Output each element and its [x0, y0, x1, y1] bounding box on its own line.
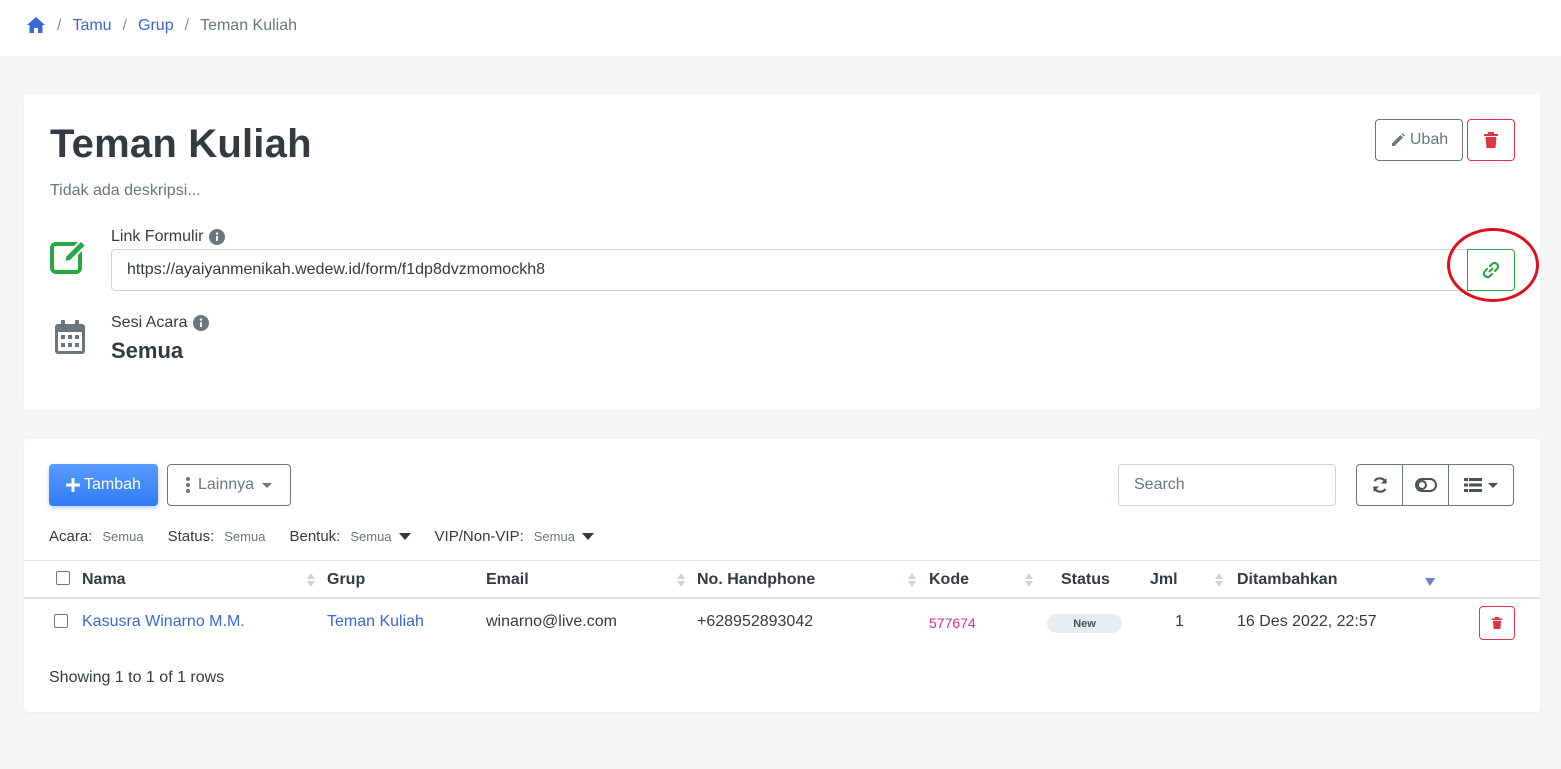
trash-icon [1484, 132, 1498, 148]
search-input[interactable] [1118, 464, 1336, 506]
columns-dropdown-button[interactable] [1448, 464, 1514, 506]
add-button[interactable]: Tambah [49, 464, 158, 506]
link-form-input[interactable] [111, 249, 1468, 291]
breadcrumb-separator: / [184, 17, 190, 34]
row-ditambahkan: 16 Des 2022, 22:57 [1237, 613, 1377, 630]
column-header-nama[interactable]: Nama [82, 571, 126, 589]
more-dropdown-button[interactable]: Lainnya [167, 464, 291, 506]
sort-icon[interactable] [307, 572, 315, 588]
edit-button-label: Ubah [1409, 131, 1449, 148]
chevron-down-icon [262, 482, 273, 488]
breadcrumb-separator: / [57, 17, 62, 34]
annotation-circle [1447, 228, 1539, 302]
caret-down-icon [581, 533, 594, 540]
row-grup: Teman Kuliah [327, 613, 424, 631]
column-header-kode[interactable]: Kode [929, 571, 969, 589]
session-label: Sesi Acara [111, 314, 210, 332]
column-header-phone[interactable]: No. Handphone [697, 571, 815, 589]
session-value: Semua [111, 338, 184, 363]
more-button-label: Lainnya [197, 476, 255, 493]
row-nama: Kasusra Winarno M.M. [82, 613, 245, 631]
breadcrumb-separator: / [122, 17, 128, 34]
sort-icon[interactable] [908, 572, 916, 588]
breadcrumb-current: Teman Kuliah [200, 17, 298, 34]
trash-icon [1491, 617, 1503, 629]
page-title: Teman Kuliah [50, 122, 312, 166]
delete-group-button[interactable] [1467, 119, 1515, 161]
row-jml: 1 [1175, 613, 1184, 630]
filter-label: Bentuk: [289, 528, 341, 545]
filter-bar: Acara: Semua Status: Semua Bentuk: Semua… [49, 528, 618, 545]
vertical-dots-icon [185, 477, 190, 493]
refresh-button[interactable] [1356, 464, 1403, 506]
table-tools [1356, 464, 1514, 506]
column-header-status[interactable]: Status [1061, 571, 1110, 589]
guest-name-link[interactable]: Kasusra Winarno M.M. [82, 613, 245, 630]
row-checkbox[interactable] [54, 614, 68, 628]
filter-bentuk[interactable]: Bentuk: Semua [289, 528, 411, 545]
table-row: Kasusra Winarno M.M. Teman Kuliah winarn… [24, 599, 1540, 648]
edit-square-icon [50, 238, 90, 274]
row-email: winarno@live.com [486, 613, 617, 630]
group-description: Tidak ada deskripsi... [50, 182, 201, 199]
info-icon[interactable] [209, 229, 226, 245]
breadcrumb-tamu[interactable]: Tamu [72, 17, 111, 35]
calendar-icon [54, 319, 86, 355]
row-kode: 577674 [929, 615, 976, 631]
filter-vip[interactable]: VIP/Non-VIP: Semua [435, 528, 594, 545]
filter-value: Semua [102, 529, 144, 544]
info-icon[interactable] [193, 315, 210, 331]
filter-acara[interactable]: Acara: Semua [49, 528, 144, 545]
table-header: Nama Grup Email No. Handphone Kode Statu… [24, 560, 1540, 599]
list-icon [1464, 478, 1482, 492]
row-phone: +628952893042 [697, 613, 814, 630]
column-header-ditambahkan[interactable]: Ditambahkan [1237, 571, 1337, 589]
guest-table: Nama Grup Email No. Handphone Kode Statu… [24, 560, 1540, 648]
sort-icon[interactable] [1025, 572, 1033, 588]
link-form-label: Link Formulir [111, 228, 226, 246]
filter-label: Status: [167, 528, 215, 545]
sort-desc-icon[interactable] [1425, 578, 1435, 587]
home-icon[interactable] [26, 16, 46, 36]
sort-icon[interactable] [677, 572, 685, 588]
add-button-label: Tambah [84, 476, 141, 493]
pagination-info: Showing 1 to 1 of 1 rows [49, 669, 225, 686]
filter-label: Acara: [49, 528, 93, 545]
link-form-label-text: Link Formulir [111, 228, 204, 245]
guest-table-card: Tambah Lainnya Acara: Semua [24, 439, 1540, 712]
pencil-icon [1391, 133, 1405, 146]
select-all-checkbox[interactable] [56, 571, 70, 585]
breadcrumb: / Tamu / Grup / Teman Kuliah [26, 16, 297, 36]
delete-row-button[interactable] [1479, 606, 1515, 640]
filter-value: Semua [533, 529, 575, 544]
sort-icon[interactable] [1215, 572, 1223, 588]
filter-value: Semua [350, 529, 392, 544]
top-bar: / Tamu / Grup / Teman Kuliah [0, 0, 1561, 56]
chevron-down-icon [1488, 482, 1498, 488]
column-header-email[interactable]: Email [486, 571, 529, 589]
filter-value: Semua [224, 529, 266, 544]
group-link[interactable]: Teman Kuliah [327, 613, 424, 630]
caret-down-icon [398, 533, 411, 540]
session-label-text: Sesi Acara [111, 314, 188, 331]
toggle-view-button[interactable] [1402, 464, 1449, 506]
column-header-jml[interactable]: Jml [1150, 571, 1178, 589]
edit-button[interactable]: Ubah [1375, 119, 1463, 161]
filter-label: VIP/Non-VIP: [434, 528, 524, 545]
toggle-icon [1414, 478, 1437, 492]
refresh-icon [1372, 477, 1387, 493]
status-badge: New [1047, 614, 1122, 633]
column-header-grup[interactable]: Grup [327, 571, 365, 589]
group-detail-card: Teman Kuliah Tidak ada deskripsi... Ubah… [24, 94, 1540, 410]
filter-status[interactable]: Status: Semua [168, 528, 266, 545]
breadcrumb-grup[interactable]: Grup [138, 17, 174, 35]
plus-icon [66, 478, 81, 492]
